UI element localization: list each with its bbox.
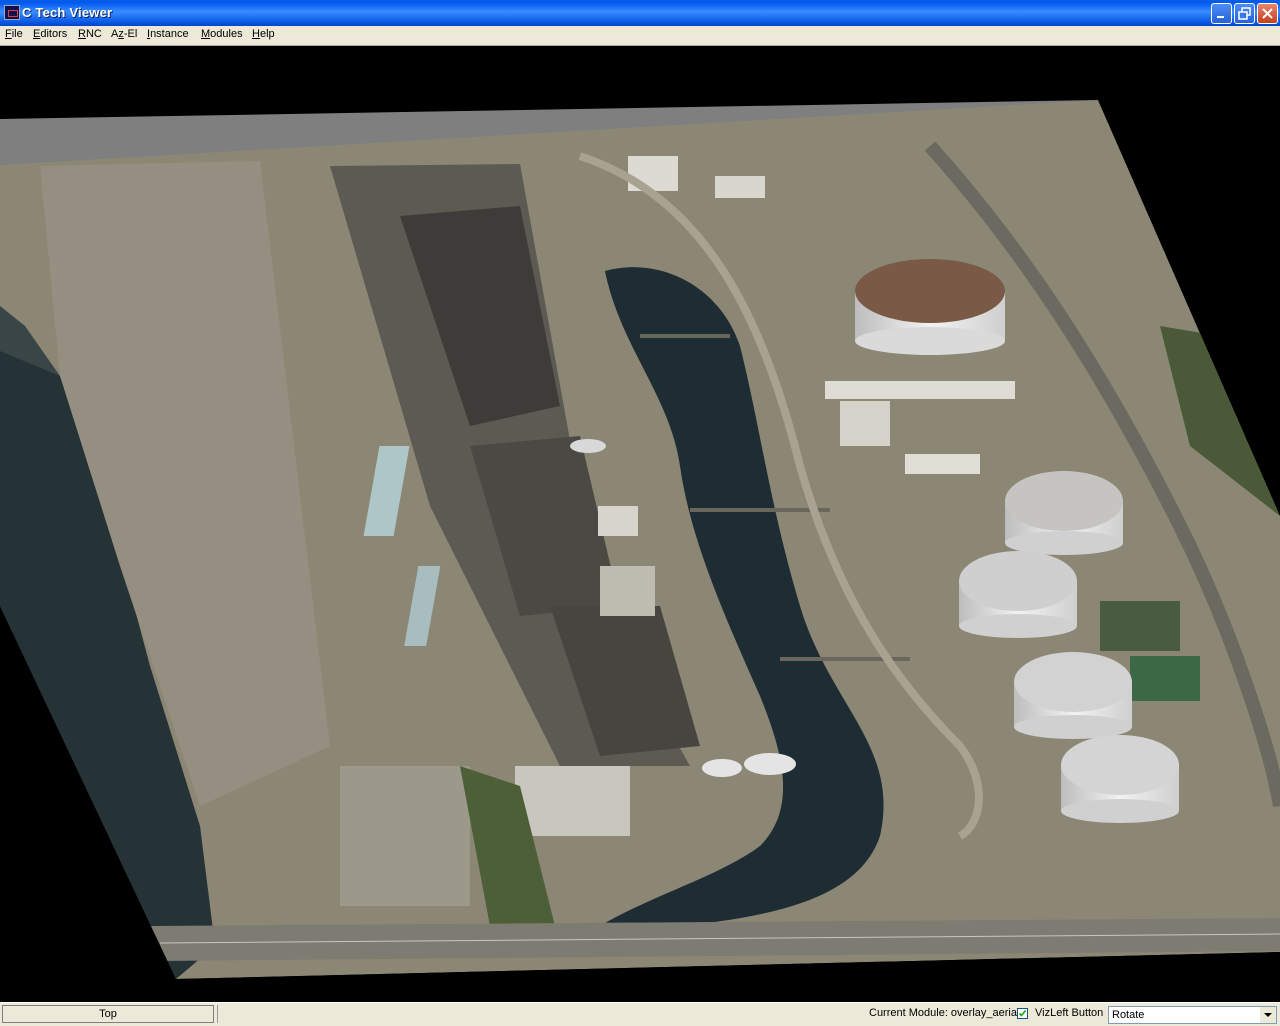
- close-icon: [1262, 8, 1273, 19]
- 3d-viewport[interactable]: [0, 46, 1280, 1002]
- restore-button[interactable]: [1234, 3, 1255, 24]
- menu-editors[interactable]: Editors: [33, 28, 67, 40]
- status-bar: Top Current Module: overlay_aerial VizLe…: [0, 1002, 1280, 1025]
- minimize-icon: [1217, 16, 1224, 18]
- storage-tank-1: [1005, 471, 1123, 555]
- status-separator: [217, 1005, 218, 1023]
- menu-instance[interactable]: Instance: [147, 28, 189, 40]
- menu-az-el[interactable]: Az-El: [111, 28, 137, 40]
- aerial-overlay-plane: [0, 100, 1280, 979]
- close-button[interactable]: [1257, 3, 1278, 24]
- view-top-button[interactable]: Top: [2, 1005, 214, 1023]
- title-bar: C Tech Viewer: [0, 0, 1280, 26]
- vizleft-button-label: VizLeft Button: [1035, 1007, 1104, 1019]
- chevron-down-icon[interactable]: [1260, 1007, 1276, 1023]
- current-module-label: Current Module: overlay_aerial: [869, 1007, 1020, 1019]
- storage-tank-4: [1061, 735, 1179, 823]
- parking-lot: [340, 766, 470, 906]
- mouse-mode-value: Rotate: [1112, 1009, 1145, 1021]
- restore-icon: [1238, 7, 1251, 20]
- storage-tank-2: [959, 551, 1077, 638]
- mouse-mode-select[interactable]: Rotate: [1108, 1006, 1277, 1024]
- window-title: C Tech Viewer: [22, 5, 113, 20]
- menu-bar: File Editors RNC Az-El Instance Modules …: [0, 26, 1280, 46]
- checkmark-icon: [1018, 1010, 1027, 1017]
- menu-file[interactable]: File: [5, 28, 23, 40]
- storage-tank-rusty: [855, 259, 1005, 355]
- menu-help[interactable]: Help: [252, 28, 275, 40]
- app-icon[interactable]: [4, 5, 20, 20]
- menu-rnc[interactable]: RNC: [78, 28, 102, 40]
- storage-tank-3: [1014, 652, 1132, 739]
- vizleft-checkbox[interactable]: [1017, 1008, 1028, 1019]
- menu-modules[interactable]: Modules: [201, 28, 243, 40]
- minimize-button[interactable]: [1211, 3, 1232, 24]
